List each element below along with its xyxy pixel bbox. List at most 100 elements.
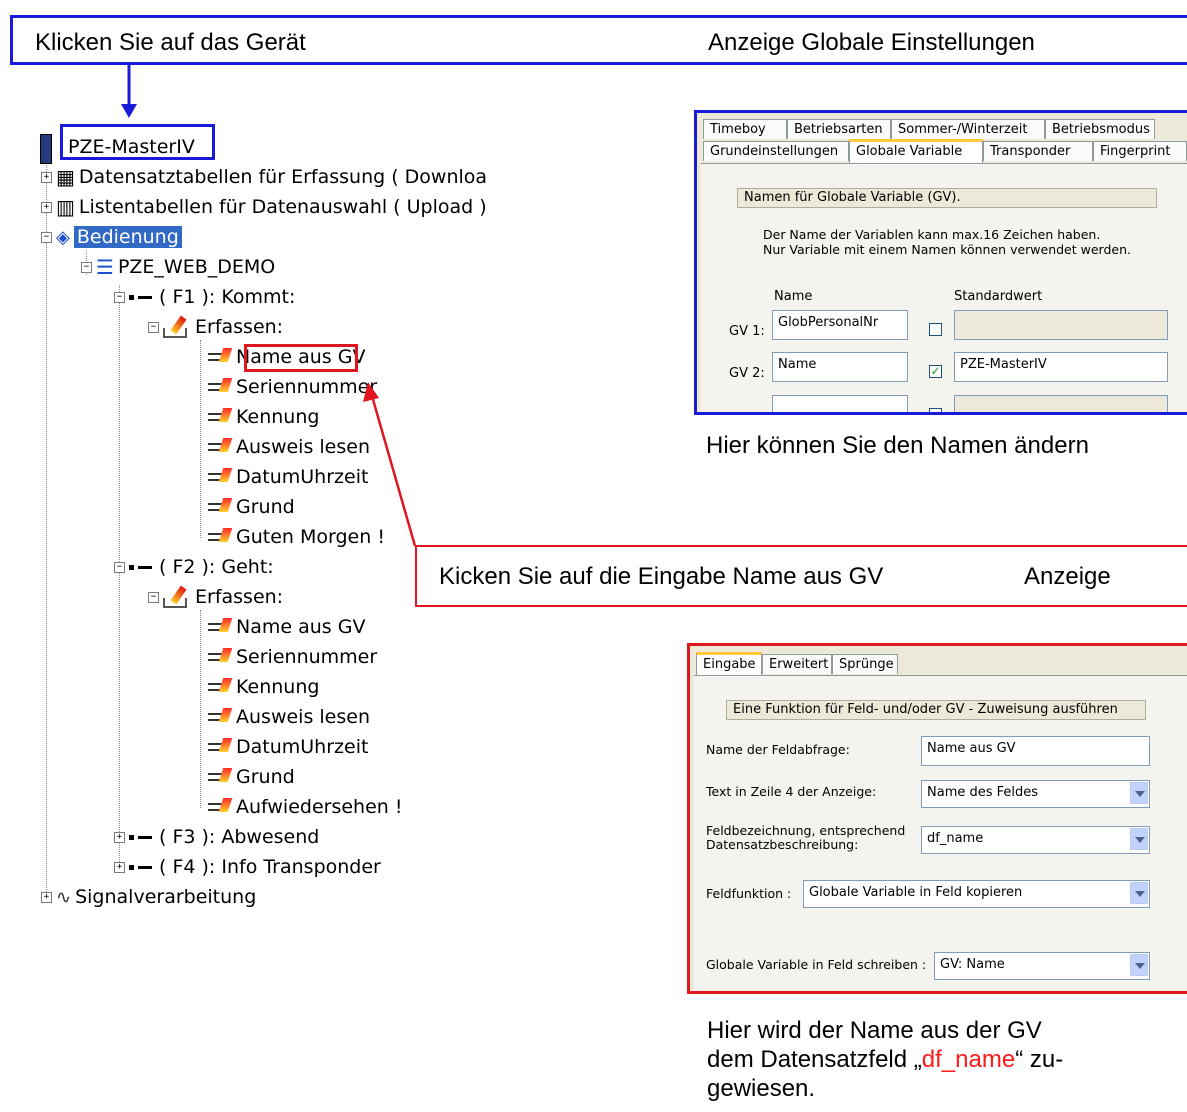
tab-content: Namen für Globale Variable (GV). Der Nam… [701, 163, 1187, 412]
gv1-default-checkbox[interactable] [929, 323, 942, 336]
tree-item-f1[interactable]: − ( F1 ): Kommt: [114, 284, 295, 310]
collapse-icon[interactable]: − [148, 591, 159, 603]
field-function-select[interactable]: Globale Variable in Feld kopieren [803, 880, 1150, 908]
tree-root-device[interactable]: PZE-MasterIV [68, 134, 195, 160]
collapse-icon[interactable]: − [148, 321, 159, 333]
chevron-down-icon[interactable] [1130, 828, 1148, 850]
tree-entry[interactable]: Guten Morgen ! [208, 524, 385, 550]
signal-wave-icon: ∿ [56, 886, 72, 908]
tree-entry[interactable]: Grund [208, 764, 295, 790]
gv1-default-field[interactable] [954, 310, 1168, 340]
tree-entry[interactable]: DatumUhrzeit [208, 464, 368, 490]
tab-row-back: Timeboy Betriebsarten Sommer-/Winterzeit… [703, 119, 1155, 139]
input-field-icon [208, 707, 232, 727]
tree-entry[interactable]: DatumUhrzeit [208, 734, 368, 760]
red-arrow [363, 382, 417, 547]
input-group-title: Eine Funktion für Feld- und/oder GV - Zu… [726, 700, 1146, 720]
display-text-value: Name des Feldes [927, 785, 1039, 800]
tree-item-f1-erfassen[interactable]: − Erfassen: [148, 314, 283, 340]
tree-item-bedienung[interactable]: − ◈ Bedienung [41, 224, 182, 250]
input-field-icon [208, 647, 232, 667]
tab-grundeinstellungen[interactable]: Grundeinstellungen [703, 141, 849, 161]
tree-entry[interactable]: Kennung [208, 404, 319, 430]
gv2-default-checkbox[interactable]: ✓ [929, 365, 942, 378]
tree-item-datensatztabellen[interactable]: + ▦ Datensatztabellen für Erfassung ( Do… [41, 164, 487, 190]
gv1-name-field[interactable]: GlobPersonalNr [772, 310, 908, 340]
tab-spruenge[interactable]: Sprünge [832, 654, 898, 674]
tab-erweitert[interactable]: Erweitert [762, 654, 832, 674]
function-key-icon [129, 563, 155, 571]
tree-item-label: Erfassen: [195, 586, 284, 608]
expand-icon[interactable]: + [114, 861, 125, 873]
tree-item-f4[interactable]: + ( F4 ): Info Transponder [114, 854, 381, 880]
tree-item-label: PZE_WEB_DEMO [117, 256, 276, 278]
tab-sommer-winterzeit[interactable]: Sommer-/Winterzeit [891, 119, 1045, 139]
collapse-icon[interactable]: − [114, 291, 125, 303]
field-name-label: Name der Feldabfrage: [706, 742, 850, 757]
info-line-1: Der Name der Variablen kann max.16 Zeich… [763, 227, 1101, 242]
entry-highlight-frame [244, 344, 358, 372]
tree-item-f2[interactable]: − ( F2 ): Geht: [114, 554, 274, 580]
tree-entry[interactable]: Ausweis lesen [208, 704, 370, 730]
tree-entry-label: Name aus GV [236, 616, 366, 638]
tree-entry-label: Aufwiedersehen ! [236, 796, 403, 818]
gv-write-value: GV: Name [940, 957, 1005, 972]
tree-entry[interactable]: Ausweis lesen [208, 434, 370, 460]
gv2-default-field[interactable]: PZE-MasterIV [954, 352, 1168, 382]
gv3-default-field[interactable] [954, 395, 1168, 412]
tree-item-signalverarbeitung[interactable]: + ∿ Signalverarbeitung [41, 884, 256, 910]
tree-item-label: Listentabellen für Datenauswahl ( Upload… [78, 196, 487, 218]
tab-betriebsarten[interactable]: Betriebsarten [787, 119, 891, 139]
input-field-icon [208, 377, 232, 397]
collapse-icon[interactable]: − [41, 231, 52, 243]
tree-item-label: ( F2 ): Geht: [159, 556, 274, 578]
collapse-icon[interactable]: − [114, 561, 125, 573]
input-field-icon [208, 437, 232, 457]
expand-icon[interactable]: + [114, 831, 125, 843]
gv-write-label: Globale Variable in Feld schreiben : [706, 957, 927, 972]
gv3-name-field[interactable] [772, 395, 908, 412]
input-field-icon [208, 677, 232, 697]
tree-item-pze-web-demo[interactable]: − ☰ PZE_WEB_DEMO [81, 254, 275, 280]
tree-item-label: ( F3 ): Abwesend [159, 826, 320, 848]
gv2-name-field[interactable]: Name [772, 352, 908, 382]
display-text-select[interactable]: Name des Feldes [921, 780, 1150, 808]
tab-eingabe[interactable]: Eingabe [696, 652, 762, 676]
gv3-default-checkbox[interactable] [929, 408, 942, 412]
tab-fingerprint[interactable]: Fingerprint [1093, 141, 1187, 161]
field-name-input[interactable]: Name aus GV [921, 736, 1150, 766]
field-desc-value: df_name [927, 831, 984, 846]
tab-globale-variable[interactable]: Globale Variable [849, 139, 983, 163]
input-settings-panel: Eingabe Erweitert Sprünge Eine Funktion … [687, 643, 1187, 994]
tree-item-listentabellen[interactable]: + ▥ Listentabellen für Datenauswahl ( Up… [41, 194, 487, 220]
gv-write-select[interactable]: GV: Name [934, 952, 1150, 980]
function-key-icon [129, 833, 155, 841]
tree-entry[interactable]: Name aus GV [208, 614, 365, 640]
chevron-down-icon[interactable] [1130, 782, 1148, 804]
expand-icon[interactable]: + [41, 891, 52, 903]
expand-icon[interactable]: + [41, 201, 52, 213]
chevron-down-icon[interactable] [1130, 882, 1148, 904]
tree-item-f2-erfassen[interactable]: − Erfassen: [148, 584, 283, 610]
field-desc-label-line1: Feldbezeichnung, entsprechend [706, 823, 906, 838]
field-desc-select[interactable]: df_name [921, 826, 1150, 854]
tree-entry[interactable]: Seriennummer [208, 374, 377, 400]
device-icon [40, 134, 52, 164]
chevron-down-icon[interactable] [1130, 954, 1148, 976]
bottom-caption: Hier wird der Name aus der GV dem Datens… [707, 1016, 1063, 1103]
callout-click-device-text: Klicken Sie auf das Gerät [35, 29, 306, 56]
collapse-icon[interactable]: − [81, 261, 92, 273]
tree-entry[interactable]: Seriennummer [208, 644, 377, 670]
expand-icon[interactable]: + [41, 171, 52, 183]
input-field-icon [208, 467, 232, 487]
tree-item-f3[interactable]: + ( F3 ): Abwesend [114, 824, 319, 850]
tab-transponder[interactable]: Transponder [983, 141, 1093, 161]
table-grid-icon: ▦ [56, 165, 75, 189]
gv2-label: GV 2: [729, 366, 765, 381]
tree-entry[interactable]: Kennung [208, 674, 319, 700]
tab-timeboy[interactable]: Timeboy [703, 119, 787, 139]
tree-item-label: ( F4 ): Info Transponder [159, 856, 381, 878]
tree-entry[interactable]: Aufwiedersehen ! [208, 794, 402, 820]
tree-entry[interactable]: Grund [208, 494, 295, 520]
tab-betriebsmodus[interactable]: Betriebsmodus [1045, 119, 1155, 139]
